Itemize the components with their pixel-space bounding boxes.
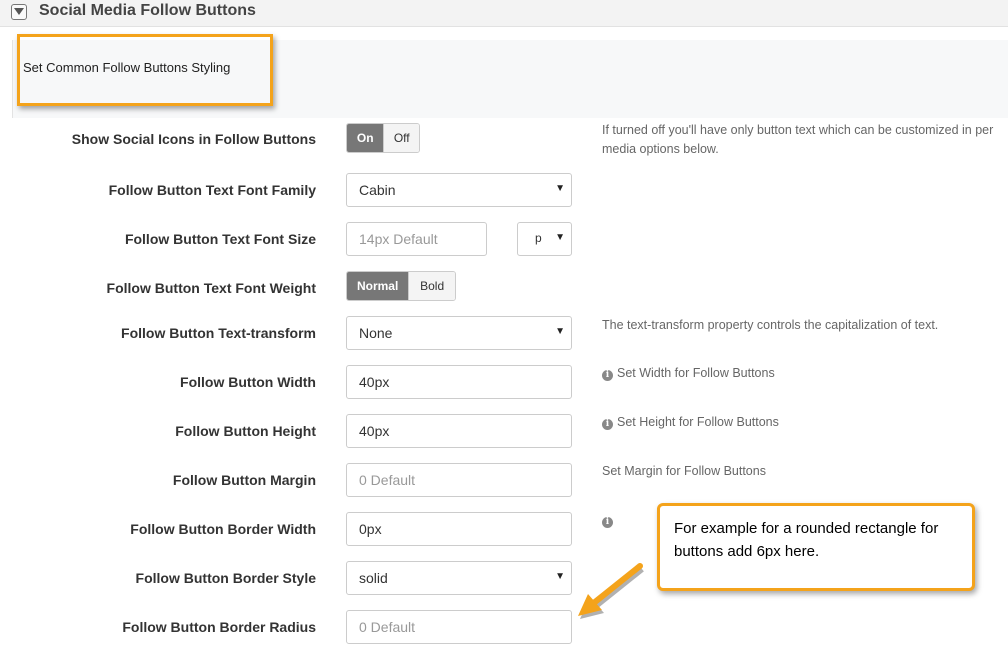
font-family-label: Follow Button Text Font Family (108, 182, 316, 198)
text-transform-help: The text-transform property controls the… (602, 318, 939, 332)
font-size-label: Follow Button Text Font Size (124, 231, 316, 247)
font-weight-label: Follow Button Text Font Weight (106, 280, 316, 296)
toggle-on-button[interactable]: On (347, 124, 384, 152)
font-family-select[interactable]: Cabin ▼ (346, 173, 572, 207)
border-style-select[interactable]: solid ▼ (346, 561, 572, 595)
show-icons-help: If turned off you'll have only button te… (602, 123, 994, 156)
chevron-down-icon: ▼ (555, 326, 565, 337)
border-width-value: 0px (359, 521, 382, 537)
border-radius-placeholder: 0 Default (359, 619, 416, 635)
font-weight-bold-button[interactable]: Bold (408, 272, 455, 300)
width-help: i Set Width for Follow Buttons (602, 364, 775, 383)
section-title: Social Media Follow Buttons (39, 2, 256, 19)
font-size-unit-select[interactable]: p ▼ (517, 222, 572, 256)
margin-label: Follow Button Margin (172, 472, 316, 488)
border-radius-label: Follow Button Border Radius (122, 619, 316, 635)
font-family-value: Cabin (359, 182, 396, 198)
margin-help: Set Margin for Follow Buttons (602, 464, 766, 478)
border-style-label: Follow Button Border Style (135, 570, 316, 586)
text-transform-value: None (359, 325, 393, 341)
annotation-text: For example for a rounded rectangle for … (674, 520, 939, 560)
border-width-input[interactable]: 0px (346, 512, 572, 546)
text-transform-label: Follow Button Text-transform (121, 325, 316, 341)
highlight-callout (17, 34, 273, 106)
font-size-input[interactable]: 14px Default (346, 222, 487, 256)
border-radius-input[interactable]: 0 Default (346, 610, 572, 644)
chevron-down-icon: ▼ (555, 232, 565, 243)
height-label: Follow Button Height (175, 423, 316, 439)
info-icon: i (602, 370, 613, 381)
show-icons-label: Show Social Icons in Follow Buttons (71, 131, 316, 147)
chevron-down-icon: ▼ (555, 183, 565, 194)
toggle-off-button[interactable]: Off (383, 124, 419, 152)
height-help-text: Set Height for Follow Buttons (617, 415, 779, 429)
info-icon: i (602, 517, 613, 528)
margin-input[interactable]: 0 Default (346, 463, 572, 497)
width-input[interactable]: 40px (346, 365, 572, 399)
show-icons-toggle[interactable]: On Off (346, 123, 420, 153)
border-width-label: Follow Button Border Width (130, 521, 316, 537)
width-value: 40px (359, 374, 390, 390)
height-value: 40px (359, 423, 390, 439)
margin-placeholder: 0 Default (359, 472, 416, 488)
font-size-placeholder: 14px Default (359, 231, 438, 247)
annotation-note: For example for a rounded rectangle for … (657, 503, 975, 591)
height-help: i Set Height for Follow Buttons (602, 413, 779, 432)
info-icon: i (602, 419, 613, 430)
arrow-icon (578, 563, 644, 619)
text-transform-select[interactable]: None ▼ (346, 316, 572, 350)
width-help-text: Set Width for Follow Buttons (617, 366, 775, 380)
font-size-unit-value: p (535, 231, 542, 245)
font-weight-toggle[interactable]: Normal Bold (346, 271, 456, 301)
chevron-down-icon: ▼ (555, 571, 565, 582)
border-style-value: solid (359, 570, 388, 586)
width-label: Follow Button Width (180, 374, 316, 390)
triangle-down-icon[interactable] (11, 4, 27, 20)
border-width-help: i (602, 511, 617, 530)
section-header[interactable]: Social Media Follow Buttons (0, 0, 1008, 27)
height-input[interactable]: 40px (346, 414, 572, 448)
font-weight-normal-button[interactable]: Normal (347, 272, 409, 300)
